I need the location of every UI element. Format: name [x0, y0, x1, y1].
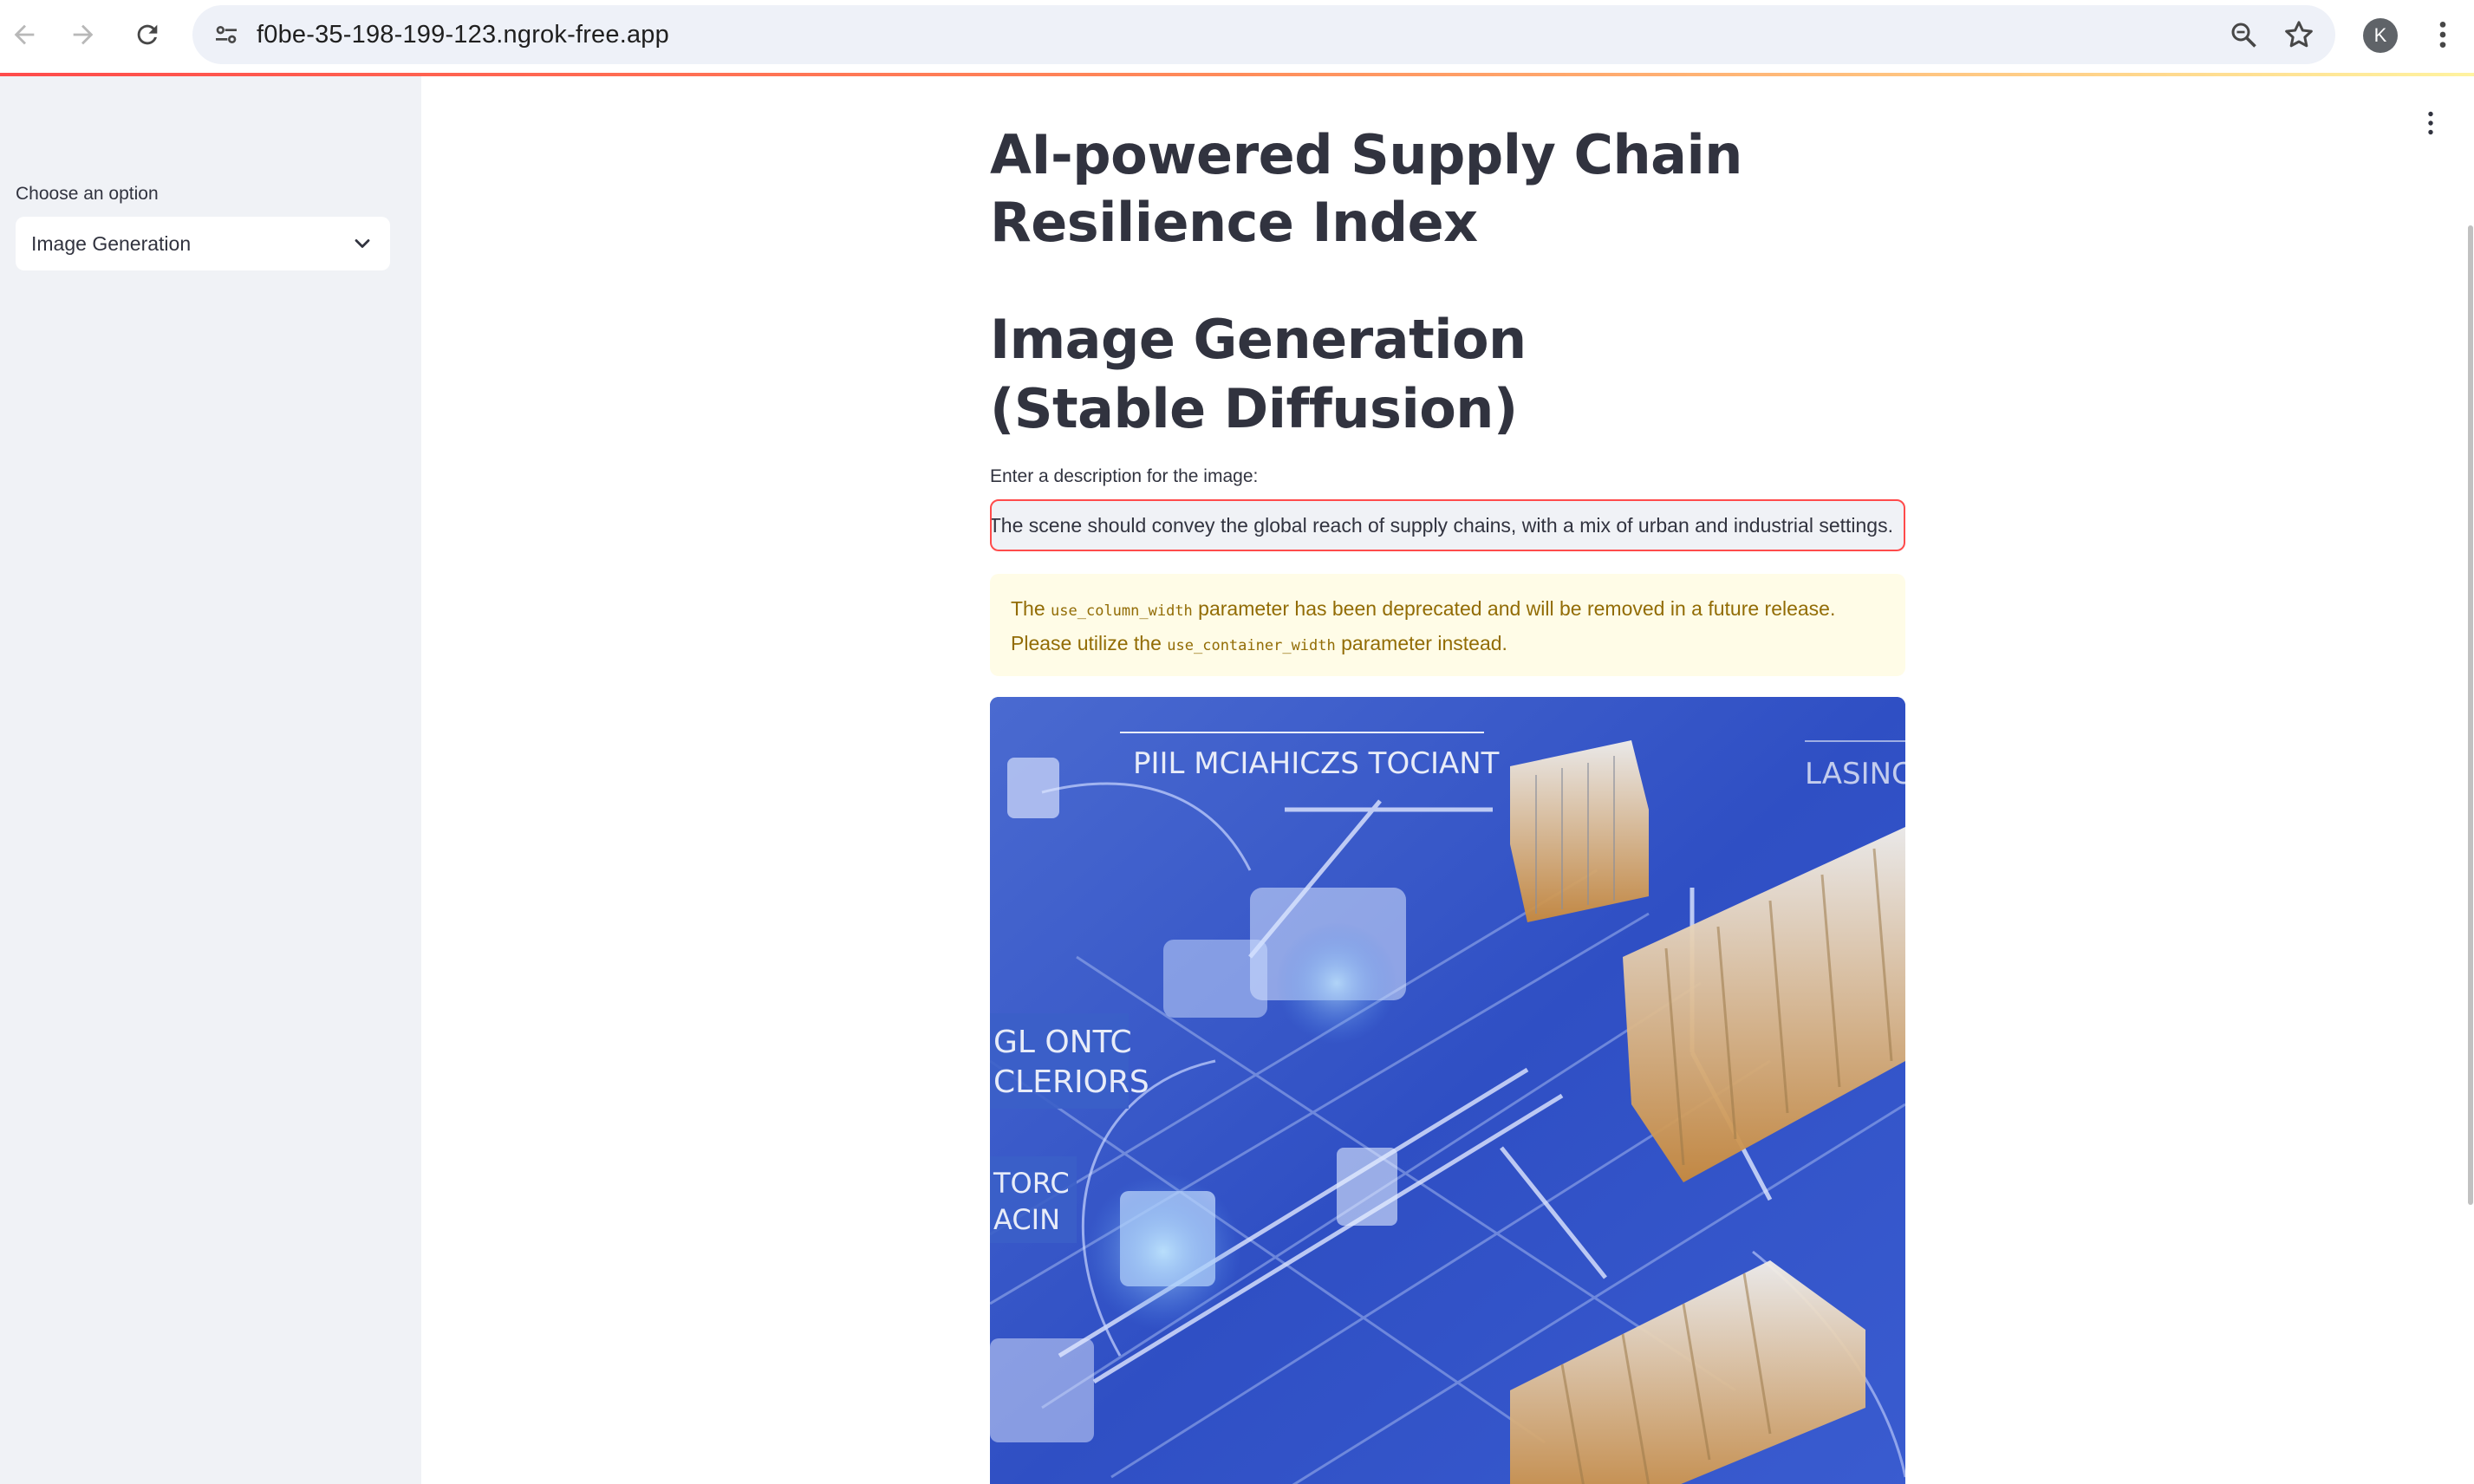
warning-text: The use_column_width parameter has been …: [1011, 597, 1836, 654]
image-sign-text-4: ACIN: [993, 1203, 1060, 1236]
browser-toolbar: f0be-35-198-199-123.ngrok-free.app K: [0, 0, 2474, 73]
page-title: AI-powered Supply Chain Resilience Index: [990, 123, 1742, 254]
back-button[interactable]: [3, 14, 45, 55]
image-sign-text-1: GL ONTC: [993, 1025, 1132, 1060]
main-content: AI-powered Supply Chain Resilience Index…: [990, 76, 1905, 1484]
site-settings-icon[interactable]: [210, 18, 243, 51]
select-value: Image Generation: [31, 231, 192, 255]
code-use-container-width: use_container_width: [1167, 637, 1336, 654]
image-sign-text-3: TORC: [993, 1167, 1070, 1200]
select-label: Choose an option: [16, 184, 159, 204]
deprecation-warning: The use_column_width parameter has been …: [990, 574, 1905, 676]
scrollbar-thumb[interactable]: [2468, 225, 2473, 1205]
url-text[interactable]: f0be-35-198-199-123.ngrok-free.app: [257, 5, 669, 64]
image-sign-text-2: CLERIORS: [993, 1064, 1149, 1100]
generated-image: PIIL MCIAHICZS TOCIANT LASINC GL ONTC CL…: [990, 697, 1905, 1484]
code-use-column-width: use_column_width: [1051, 602, 1193, 620]
profile-avatar[interactable]: K: [2363, 18, 2398, 53]
reload-button[interactable]: [127, 14, 168, 55]
sidebar: Choose an option Image Generation: [0, 76, 421, 1484]
address-bar[interactable]: f0be-35-198-199-123.ngrok-free.app: [192, 5, 2335, 64]
section-subheader: Image Generation (Stable Diffusion): [990, 308, 1527, 440]
bookmark-star-icon[interactable]: [2282, 17, 2316, 52]
arrow-left-icon: [14, 24, 35, 45]
arrow-right-icon: [73, 24, 94, 45]
zoom-icon[interactable]: [2228, 19, 2259, 50]
browser-menu-icon[interactable]: [2425, 17, 2460, 52]
image-corner-text: LASINC: [1805, 757, 1905, 791]
reload-icon: [137, 24, 158, 45]
generated-supply-chain-illustration: PIIL MCIAHICZS TOCIANT LASINC GL ONTC CL…: [990, 697, 1905, 1484]
app-menu-icon[interactable]: [2415, 107, 2446, 139]
chevron-down-icon: [355, 239, 370, 248]
forward-button[interactable]: [62, 14, 104, 55]
option-select[interactable]: Image Generation: [16, 217, 390, 270]
description-input[interactable]: s. The scene should convey the global re…: [990, 499, 1905, 551]
description-input-value: s. The scene should convey the global re…: [990, 514, 1893, 537]
description-label: Enter a description for the image:: [990, 466, 1259, 486]
image-banner-text: PIIL MCIAHICZS TOCIANT: [1133, 746, 1500, 781]
